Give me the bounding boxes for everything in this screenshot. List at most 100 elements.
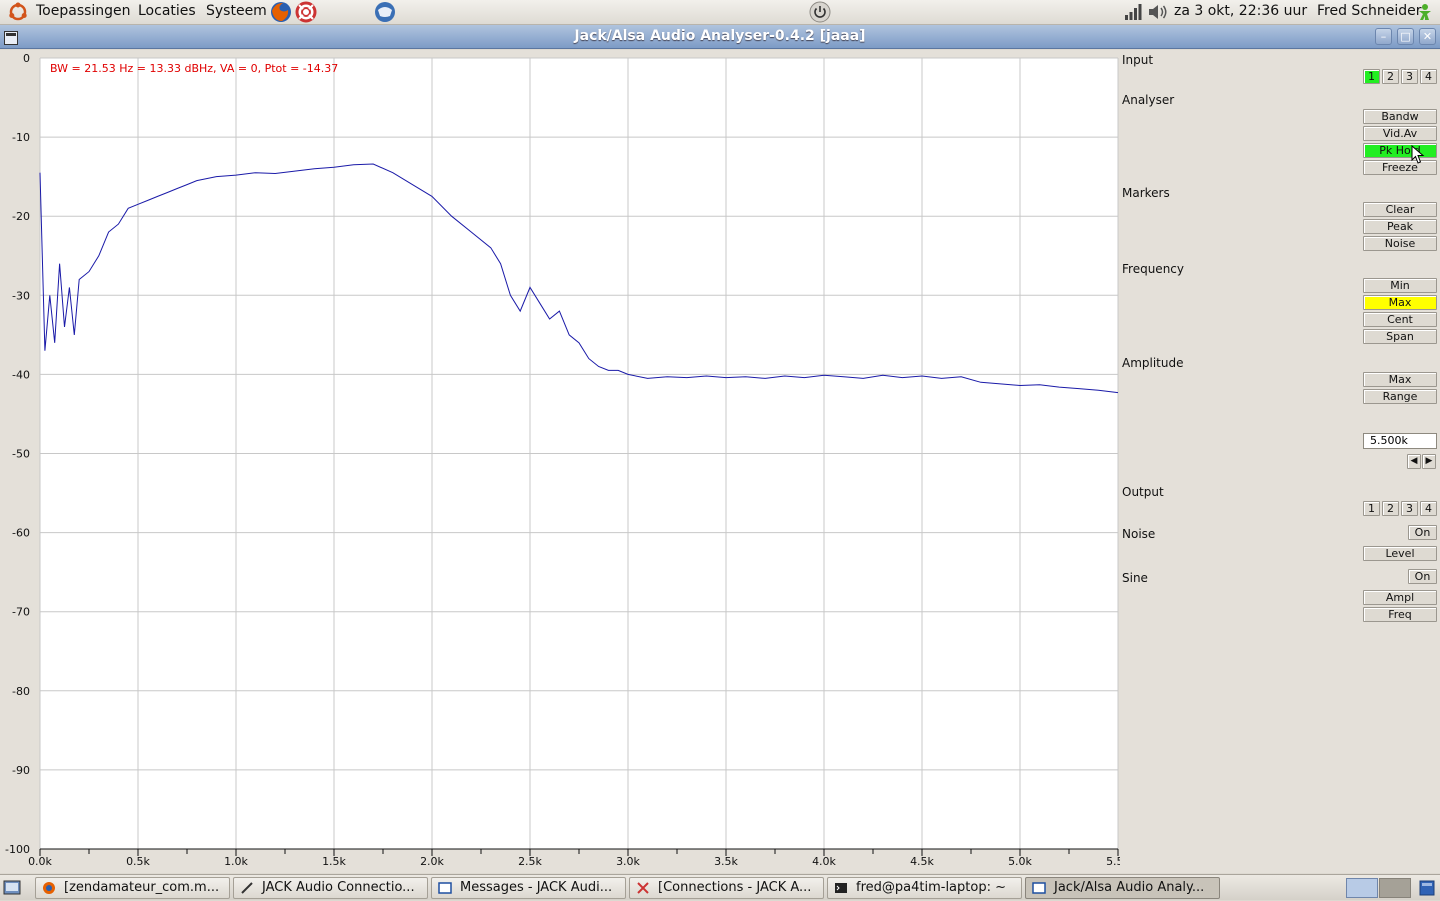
- task-messages[interactable]: Messages - JACK Audi...: [431, 877, 626, 899]
- x-tick-label: 2.0k: [420, 855, 444, 868]
- frequency-center-button[interactable]: Cent: [1363, 312, 1437, 327]
- workspace-2[interactable]: [1379, 878, 1411, 898]
- amplitude-range-button[interactable]: Range: [1363, 389, 1437, 404]
- task-terminal[interactable]: fred@pa4tim-laptop: ~: [827, 877, 1022, 899]
- mouse-cursor-icon: [1411, 144, 1425, 169]
- sine-on-toggle[interactable]: On: [1408, 569, 1437, 584]
- input-channel-2[interactable]: 2: [1382, 69, 1399, 84]
- marker-clear-button[interactable]: Clear: [1363, 202, 1437, 217]
- frequency-max-button[interactable]: Max: [1363, 295, 1437, 310]
- amplitude-max-button[interactable]: Max: [1363, 372, 1437, 387]
- y-tick-label: -50: [12, 448, 30, 461]
- task-label: Messages - JACK Audi...: [460, 880, 613, 895]
- y-tick-label: -90: [12, 764, 30, 777]
- section-input: Input: [1122, 53, 1154, 67]
- x-tick-label: 3.0k: [616, 855, 640, 868]
- x-tick-label: 3.5k: [714, 855, 738, 868]
- y-tick-label: -10: [12, 131, 30, 144]
- section-noise: Noise: [1122, 527, 1156, 541]
- y-tick-label: -40: [12, 368, 30, 381]
- x-tick-label: 4.5k: [910, 855, 934, 868]
- power-icon[interactable]: [809, 1, 831, 27]
- analyser-window: 0 -10 -20 -30 -40 -50 -60 -70 -80 -90 -100 0.0k 0.5…: [0, 50, 1440, 873]
- sine-amplitude-button[interactable]: Ampl: [1363, 590, 1437, 605]
- input-channel-4[interactable]: 4: [1420, 69, 1437, 84]
- decrease-arrow-icon[interactable]: ◀: [1407, 454, 1421, 469]
- section-sine: Sine: [1122, 571, 1148, 585]
- task-label: fred@pa4tim-laptop: ~: [856, 880, 1006, 895]
- workspace-1[interactable]: [1346, 878, 1378, 898]
- connections-icon: [637, 882, 649, 894]
- maximize-icon[interactable]: □: [1397, 28, 1414, 45]
- task-label: [Connections - JACK A...: [658, 880, 812, 895]
- user-status-icon[interactable]: [1416, 3, 1434, 25]
- noise-on-toggle[interactable]: On: [1408, 525, 1437, 540]
- task-label: Jack/Alsa Audio Analy...: [1054, 880, 1205, 895]
- qjackctl-icon: [241, 882, 253, 894]
- y-axis: 0 -10 -20 -30 -40 -50 -60 -70 -80 -90 -100: [5, 52, 30, 856]
- network-icon[interactable]: [1124, 3, 1142, 25]
- task-label: JACK Audio Connectio...: [262, 880, 415, 895]
- output-channel-3[interactable]: 3: [1401, 501, 1418, 516]
- menu-system[interactable]: Systeem: [206, 3, 267, 19]
- task-jack-connections[interactable]: JACK Audio Connectio...: [233, 877, 428, 899]
- y-tick-label: 0: [23, 52, 30, 65]
- x-axis: 0.0k 0.5k 1.0k 1.5k 2.0k 2.5k 3.0k 3.5k 4.0k 4.5k…: [28, 848, 1120, 868]
- section-markers: Markers: [1122, 186, 1170, 200]
- ubuntu-logo-icon[interactable]: [8, 2, 28, 26]
- spectrum-plot[interactable]: 0 -10 -20 -30 -40 -50 -60 -70 -80 -90 -100 0.0k 0.5…: [0, 50, 1120, 873]
- menu-applications[interactable]: Toepassingen: [36, 3, 131, 19]
- trash-icon[interactable]: [1418, 879, 1436, 901]
- section-analyser: Analyser: [1122, 93, 1175, 107]
- task-label: [zendamateur_com.m...: [64, 880, 220, 895]
- x-tick-label: 2.5k: [518, 855, 542, 868]
- clock[interactable]: za 3 okt, 22:36 uur: [1174, 3, 1307, 19]
- x-tick-label: 0.5k: [126, 855, 150, 868]
- show-desktop-icon[interactable]: [3, 879, 21, 901]
- window-titlebar[interactable]: Jack/Alsa Audio Analyser-0.4.2 [jaaa] – …: [0, 25, 1440, 49]
- task-zendamateur[interactable]: [zendamateur_com.m...: [35, 877, 230, 899]
- status-text: BW = 21.53 Hz = 13.33 dBHz, VA = 0, Ptot…: [50, 62, 338, 75]
- freeze-button[interactable]: Freeze: [1363, 160, 1437, 175]
- output-channel-4[interactable]: 4: [1420, 501, 1437, 516]
- task-jaaa[interactable]: Jack/Alsa Audio Analy...: [1025, 877, 1220, 899]
- user-menu[interactable]: Fred Schneider: [1317, 3, 1422, 19]
- y-tick-label: -100: [5, 843, 30, 856]
- window-icon: [438, 882, 452, 894]
- peak-hold-button[interactable]: Pk Hold: [1363, 143, 1437, 158]
- task-connections[interactable]: [Connections - JACK A...: [629, 877, 824, 899]
- section-amplitude: Amplitude: [1122, 356, 1184, 370]
- close-icon[interactable]: ✕: [1419, 28, 1436, 45]
- section-output: Output: [1122, 485, 1164, 499]
- frequency-min-button[interactable]: Min: [1363, 278, 1437, 293]
- x-tick-label: 4.0k: [812, 855, 836, 868]
- thunderbird-icon[interactable]: [373, 1, 397, 27]
- frequency-span-button[interactable]: Span: [1363, 329, 1437, 344]
- x-tick-label: 1.5k: [322, 855, 346, 868]
- minimize-icon[interactable]: –: [1375, 28, 1392, 45]
- input-channel-3[interactable]: 3: [1401, 69, 1418, 84]
- sine-frequency-button[interactable]: Freq: [1363, 607, 1437, 622]
- increase-arrow-icon[interactable]: ▶: [1422, 454, 1436, 469]
- output-channel-2[interactable]: 2: [1382, 501, 1399, 516]
- x-tick-label: 5.0k: [1008, 855, 1032, 868]
- volume-icon[interactable]: [1147, 3, 1169, 25]
- x-tick-label: 1.0k: [224, 855, 248, 868]
- noise-level-button[interactable]: Level: [1363, 546, 1437, 561]
- bottom-panel: [zendamateur_com.m... JACK Audio Connect…: [0, 874, 1440, 900]
- value-input[interactable]: 5.500k: [1363, 433, 1437, 449]
- bandwidth-button[interactable]: Bandw: [1363, 109, 1437, 124]
- y-tick-label: -60: [12, 527, 30, 540]
- menu-places[interactable]: Locaties: [138, 3, 196, 19]
- window-icon: [1032, 882, 1046, 894]
- marker-peak-button[interactable]: Peak: [1363, 219, 1437, 234]
- marker-noise-button[interactable]: Noise: [1363, 236, 1437, 251]
- x-tick-label: 0.0k: [28, 855, 52, 868]
- help-icon[interactable]: [295, 1, 317, 27]
- output-channel-1[interactable]: 1: [1363, 501, 1380, 516]
- y-tick-label: -80: [12, 685, 30, 698]
- firefox-icon[interactable]: [270, 1, 292, 27]
- y-tick-label: -20: [12, 210, 30, 223]
- input-channel-1[interactable]: 1: [1363, 69, 1380, 84]
- video-average-button[interactable]: Vid.Av: [1363, 126, 1437, 141]
